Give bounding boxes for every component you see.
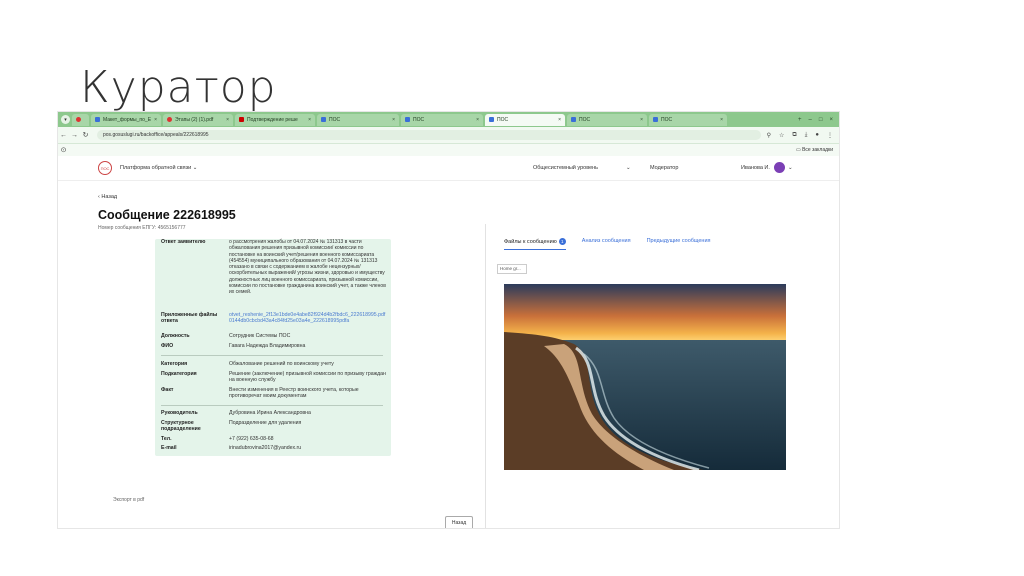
tab-search-icon[interactable]: ▾ <box>61 115 70 124</box>
level-select[interactable]: Общесистемный уровень <box>533 165 598 171</box>
right-tabs: Файлы к сообщению 1 Анализ сообщения Пред… <box>504 238 711 250</box>
pinned-tab-icon <box>76 117 81 122</box>
close-icon[interactable]: × <box>640 117 643 123</box>
tab-5-active[interactable]: ПОС × <box>485 113 565 126</box>
back-link[interactable]: ‹ Назад <box>98 194 117 200</box>
all-bookmarks[interactable]: ▭ Все закладки <box>796 147 839 153</box>
tab-4[interactable]: ПОС × <box>401 113 483 126</box>
back-button[interactable]: Назад <box>445 516 473 528</box>
forward-arrow-icon[interactable]: → <box>69 132 80 139</box>
chevron-down-icon: ⌄ <box>192 165 198 171</box>
chevron-left-icon: ‹ <box>98 194 100 200</box>
chevron-down-icon[interactable]: ⌄ <box>788 165 793 171</box>
minimize-icon[interactable]: – <box>809 117 812 123</box>
window-close-icon[interactable]: × <box>829 117 833 123</box>
bookmark-star-icon[interactable]: ☆ <box>779 132 784 139</box>
close-icon[interactable]: × <box>154 117 157 123</box>
role-label: Модератор <box>650 165 679 171</box>
slide-title: Куратор <box>80 62 277 113</box>
page-title: Сообщение 222618995 <box>98 208 236 222</box>
url-field[interactable]: pos.gosuslugi.ru/backoffice/appeals/2226… <box>97 130 761 140</box>
tab-files[interactable]: Файлы к сообщению 1 <box>504 238 566 250</box>
mail-icon <box>239 117 244 122</box>
app-content: ПОС Платформа обратной связи ⌄ Общесисте… <box>58 156 839 528</box>
back-arrow-icon[interactable]: ← <box>58 132 69 139</box>
close-icon[interactable]: × <box>226 117 229 123</box>
extensions-icon[interactable]: ⧉ <box>792 132 796 139</box>
folder-icon: ▭ <box>795 147 801 153</box>
message-details-card: Ответ заявителю о рассмотрения жалобы от… <box>155 239 391 456</box>
avatar[interactable] <box>774 162 785 173</box>
app-header: ПОС Платформа обратной связи ⌄ Общесисте… <box>58 156 839 181</box>
tab-previous[interactable]: Предыдущие сообщения <box>647 238 711 250</box>
close-icon[interactable]: × <box>392 117 395 123</box>
platform-menu[interactable]: Платформа обратной связи ⌄ <box>120 165 197 171</box>
pos-icon <box>489 117 494 122</box>
address-bar: ← → ↻ pos.gosuslugi.ru/backoffice/appeal… <box>58 127 839 144</box>
tab-6[interactable]: ПОС × <box>567 113 647 126</box>
divider <box>161 355 383 356</box>
menu-icon[interactable]: ⋮ <box>827 132 833 139</box>
new-tab-icon[interactable]: + <box>798 117 802 123</box>
pos-icon <box>321 117 326 122</box>
pos-icon <box>405 117 410 122</box>
vertical-divider <box>485 224 486 528</box>
pdf-icon <box>167 117 172 122</box>
url-text: pos.gosuslugi.ru/backoffice/appeals/2226… <box>103 132 209 138</box>
tab-3[interactable]: ПОС × <box>317 113 399 126</box>
tab-7[interactable]: ПОС × <box>649 113 727 126</box>
tab-pinned[interactable] <box>72 113 89 126</box>
page-subtitle: Номер сообщения ЕПГУ: 4565156777 <box>98 225 186 231</box>
attachment-image[interactable] <box>504 284 786 470</box>
export-pdf-link[interactable]: Экспорт в pdf <box>113 497 144 503</box>
apps-icon[interactable]: ⊙ <box>58 146 69 154</box>
tab-bar: ▾ Макет_формы_по_ЕУ × Этапы (2) (1).pdf × … <box>58 112 839 127</box>
close-icon[interactable]: × <box>558 117 561 123</box>
browser-window: ▾ Макет_формы_по_ЕУ × Этапы (2) (1).pdf × … <box>57 111 840 529</box>
maximize-icon[interactable]: □ <box>819 117 823 123</box>
files-count-badge: 1 <box>558 238 566 245</box>
chevron-down-icon[interactable]: ⌄ <box>626 165 631 171</box>
gosuslugi-logo-icon: ПОС <box>98 161 112 175</box>
file-chip[interactable]: Home gr... <box>497 264 527 274</box>
doc-icon <box>95 117 100 122</box>
zoom-icon[interactable]: ⚲ <box>767 132 771 139</box>
pos-icon <box>653 117 658 122</box>
close-icon[interactable]: × <box>476 117 479 123</box>
tab-2[interactable]: Подтверждение реше × <box>235 113 315 126</box>
tab-analysis[interactable]: Анализ сообщения <box>582 238 631 250</box>
tab-1[interactable]: Этапы (2) (1).pdf × <box>163 113 233 126</box>
reload-icon[interactable]: ↻ <box>80 131 91 139</box>
divider <box>161 405 383 406</box>
tab-0[interactable]: Макет_формы_по_ЕУ × <box>91 113 161 126</box>
download-icon[interactable]: ⤓ <box>805 132 808 139</box>
close-icon[interactable]: × <box>308 117 311 123</box>
profile-icon[interactable]: ● <box>815 132 819 139</box>
close-icon[interactable]: × <box>720 117 723 123</box>
pos-icon <box>571 117 576 122</box>
user-name[interactable]: Иванова И. <box>741 165 770 171</box>
